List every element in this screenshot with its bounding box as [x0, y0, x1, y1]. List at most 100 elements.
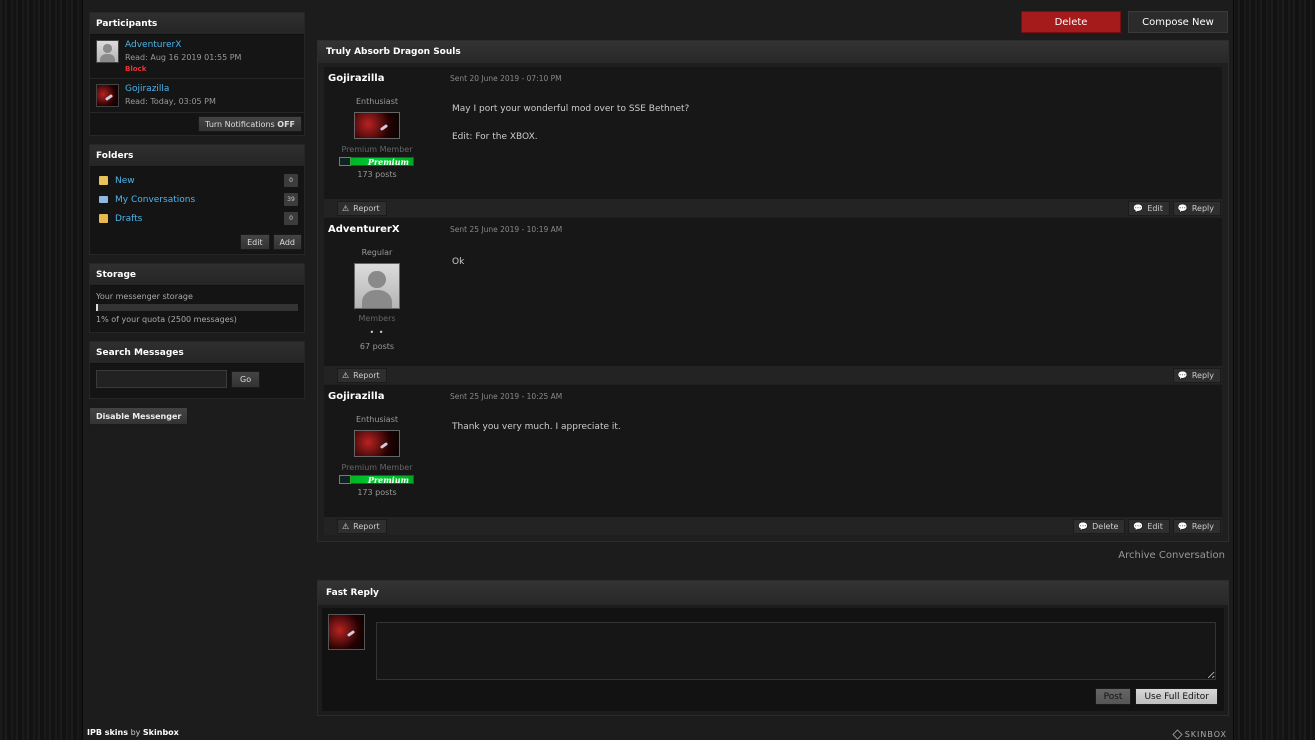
post-content: May I port your wonderful mod over to SS…	[430, 89, 1222, 199]
add-folder-button[interactable]: Add	[272, 234, 302, 250]
folder-new-icon	[99, 176, 108, 185]
warning-icon: ⚠	[342, 521, 350, 531]
post-button[interactable]: Post	[1094, 688, 1132, 705]
fast-reply-title: Fast Reply	[318, 581, 1228, 605]
go-button[interactable]: Go	[231, 370, 261, 388]
folder-name[interactable]: New	[115, 176, 284, 186]
reply-button[interactable]: 💬 Reply	[1172, 200, 1221, 216]
report-button[interactable]: ⚠ Report	[337, 200, 387, 216]
starship-avatar-icon[interactable]	[354, 112, 400, 139]
footer-skins-link[interactable]: IPB skins	[87, 728, 128, 737]
edit-button[interactable]: 💬 Edit	[1128, 200, 1170, 216]
post-footer: ⚠ Report 💬 Delete 💬 Edit 💬 Reply	[324, 517, 1222, 535]
report-button[interactable]: ⚠ Report	[337, 367, 387, 383]
post-author[interactable]: Gojirazilla	[328, 391, 450, 402]
author-info: Regular Members • • 67 posts	[324, 240, 430, 366]
post-paragraph: May I port your wonderful mod over to SS…	[452, 104, 690, 114]
search-title: Search Messages	[90, 342, 304, 364]
author-info: Enthusiast Premium Member Premium 173 po…	[324, 407, 430, 517]
post-paragraph: Thank you very much. I appreciate it.	[452, 422, 621, 432]
notification-row: Turn Notifications OFF	[90, 113, 304, 135]
page-wrapper: Participants AdventurerX Read: Aug 16 20…	[82, 0, 1234, 740]
block-link[interactable]: Block	[125, 65, 241, 73]
reply-label: Reply	[1191, 521, 1214, 531]
edit-button[interactable]: 💬 Edit	[1128, 518, 1170, 534]
reply-button[interactable]: 💬 Reply	[1172, 367, 1221, 383]
use-full-editor-button[interactable]: Use Full Editor	[1135, 688, 1218, 705]
footer-credit: IPB skins by Skinbox	[87, 728, 179, 740]
participant-name[interactable]: Gojirazilla	[125, 84, 216, 94]
post-paragraph: Edit: For the XBOX.	[452, 132, 538, 142]
compose-new-button[interactable]: Compose New	[1128, 11, 1228, 33]
delete-post-button[interactable]: 💬 Delete	[1073, 518, 1126, 534]
search-input[interactable]	[96, 370, 227, 388]
folder-drafts[interactable]: Drafts 0	[90, 209, 304, 228]
premium-badge-text: Premium	[367, 475, 409, 485]
participant-adventurerx: AdventurerX Read: Aug 16 2019 01:55 PM B…	[90, 35, 304, 79]
default-avatar-icon[interactable]	[354, 263, 400, 309]
premium-badge: Premium	[339, 475, 414, 485]
warning-icon: ⚠	[342, 203, 350, 213]
post-content: Thank you very much. I appreciate it.	[430, 407, 1222, 517]
disable-messenger-button[interactable]: Disable Messenger	[89, 407, 189, 425]
folders-box: Folders New 0 My Conversations 39 Drafts…	[89, 144, 305, 255]
folder-name[interactable]: My Conversations	[115, 195, 284, 205]
member-rank-pips: • •	[369, 328, 385, 337]
report-label: Report	[353, 203, 380, 213]
sidebar: Participants AdventurerX Read: Aug 16 20…	[89, 12, 305, 425]
default-avatar-icon[interactable]	[96, 40, 119, 63]
delete-label: Delete	[1092, 521, 1119, 531]
drafts-folder-icon	[99, 214, 108, 223]
starship-avatar-icon[interactable]	[354, 430, 400, 457]
speech-bubble-icon: 💬	[1133, 521, 1144, 531]
report-button[interactable]: ⚠ Report	[337, 518, 387, 534]
author-rank: Enthusiast	[356, 97, 398, 106]
envelope-icon	[99, 196, 108, 203]
participant-name[interactable]: AdventurerX	[125, 40, 241, 50]
folder-new[interactable]: New 0	[90, 171, 304, 190]
delete-conversation-button[interactable]: Delete	[1021, 11, 1121, 33]
participant-gojirazilla: Gojirazilla Read: Today, 03:05 PM	[90, 79, 304, 113]
storage-box: Storage Your messenger storage 1% of you…	[89, 263, 305, 333]
speech-bubble-icon: 💬	[1177, 521, 1188, 531]
notifications-state: OFF	[277, 120, 295, 129]
message-post: Gojirazilla Sent 25 June 2019 - 10:25 AM…	[324, 385, 1222, 535]
post-footer: ⚠ Report 💬 Reply	[324, 366, 1222, 384]
edit-folders-button[interactable]: Edit	[240, 234, 270, 250]
cube-icon	[1172, 728, 1183, 740]
storage-bar	[96, 304, 298, 311]
fast-reply-box: Fast Reply Post Use Full Editor	[317, 580, 1229, 716]
edit-label: Edit	[1147, 521, 1163, 531]
notifications-label: Turn Notifications	[205, 120, 275, 129]
folder-name[interactable]: Drafts	[115, 214, 284, 224]
conversation-title: Truly Absorb Dragon Souls	[318, 41, 1228, 63]
footer-brand-link[interactable]: Skinbox	[143, 728, 179, 737]
folder-actions: Edit Add	[90, 228, 304, 254]
archive-conversation-link[interactable]: Archive Conversation	[317, 542, 1229, 570]
reply-label: Reply	[1191, 203, 1214, 213]
premium-badge-icon	[339, 157, 351, 166]
speech-bubble-icon: 💬	[1177, 203, 1188, 213]
reply-button[interactable]: 💬 Reply	[1172, 518, 1221, 534]
turn-notifications-off-button[interactable]: Turn Notifications OFF	[198, 116, 302, 132]
message-post: AdventurerX Sent 25 June 2019 - 10:19 AM…	[324, 218, 1222, 384]
author-info: Enthusiast Premium Member Premium 173 po…	[324, 89, 430, 199]
starship-avatar-icon[interactable]	[96, 84, 119, 107]
conversation-box: Truly Absorb Dragon Souls Gojirazilla Se…	[317, 40, 1229, 542]
premium-badge-icon	[339, 475, 351, 484]
reply-textarea[interactable]	[376, 622, 1216, 680]
post-footer: ⚠ Report 💬 Edit 💬 Reply	[324, 199, 1222, 217]
folder-count: 0	[284, 174, 298, 187]
participants-box: Participants AdventurerX Read: Aug 16 20…	[89, 12, 305, 136]
storage-title: Storage	[90, 264, 304, 286]
post-paragraph: Ok	[452, 257, 465, 267]
participants-title: Participants	[90, 13, 304, 35]
user-avatar	[328, 614, 365, 650]
message-post: Gojirazilla Sent 20 June 2019 - 07:10 PM…	[324, 67, 1222, 217]
post-author[interactable]: AdventurerX	[328, 224, 450, 235]
skinbox-logo[interactable]: SKINBOX	[1172, 728, 1227, 740]
post-author[interactable]: Gojirazilla	[328, 73, 450, 84]
post-date: Sent 25 June 2019 - 10:19 AM	[450, 224, 563, 234]
folder-my-conversations[interactable]: My Conversations 39	[90, 190, 304, 209]
page-background-left	[0, 0, 82, 740]
